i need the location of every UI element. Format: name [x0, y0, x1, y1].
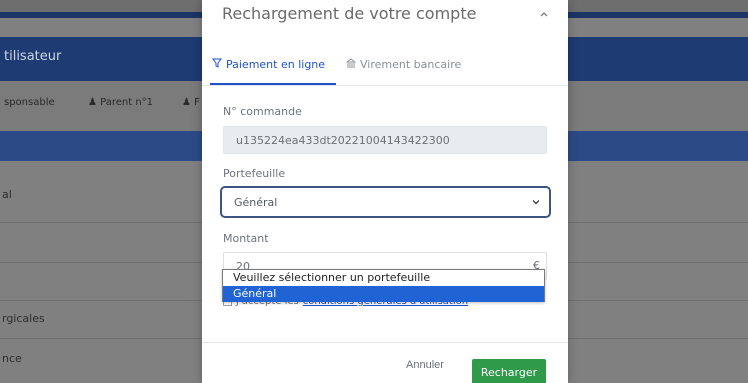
page-tab-parent-1-label: Parent n°1 — [100, 97, 154, 108]
row-label: rgicales — [2, 312, 45, 325]
page-header-title: tilisateur — [4, 49, 62, 64]
wallet-dropdown: Veuillez sélectionner un portefeuille Gé… — [222, 269, 545, 302]
modal-footer: Annuler Recharger — [202, 342, 568, 383]
filter-icon — [212, 58, 222, 71]
amount-label: Montant — [223, 232, 269, 245]
row-label: al — [2, 188, 12, 201]
tab-online-payment[interactable]: Paiement en ligne — [212, 58, 325, 71]
cancel-button[interactable]: Annuler — [406, 359, 444, 371]
recharge-button[interactable]: Recharger — [472, 359, 546, 383]
row-label: nce — [2, 352, 22, 365]
wallet-label: Portefeuille — [223, 167, 286, 180]
page-tab-parent-1[interactable]: ♟ Parent n°1 — [88, 97, 153, 108]
tab-bank-transfer-label: Virement bancaire — [360, 58, 462, 71]
dropdown-option-highlighted[interactable]: Général — [223, 286, 544, 302]
modal-title: Rechargement de votre compte — [222, 4, 477, 23]
user-icon: ♟ — [88, 97, 97, 108]
wallet-selected-value: Général — [234, 196, 278, 209]
chevron-down-icon — [531, 197, 541, 207]
active-tab-indicator — [210, 83, 336, 85]
order-number-value: u135224ea433dt20221004143422300 — [236, 134, 450, 147]
order-number-label: N° commande — [223, 105, 302, 118]
bank-icon — [346, 58, 356, 71]
recharge-modal: Rechargement de votre compte Paiement en… — [202, 0, 568, 383]
tab-online-payment-label: Paiement en ligne — [226, 58, 326, 71]
modal-tabs: Paiement en ligne Virement bancaire — [202, 44, 568, 86]
order-number-field: u135224ea433dt20221004143422300 — [223, 126, 547, 154]
page-tab-responsable[interactable]: sponsable — [4, 97, 55, 108]
modal-header: Rechargement de votre compte — [202, 0, 568, 32]
dropdown-option[interactable]: Veuillez sélectionner un portefeuille — [223, 270, 544, 286]
page-tab-third-label: F — [194, 97, 200, 108]
user-icon: ♟ — [182, 97, 191, 108]
chevron-up-icon[interactable] — [536, 6, 552, 22]
tab-bank-transfer[interactable]: Virement bancaire — [346, 58, 461, 71]
page-tab-third[interactable]: ♟ F — [182, 97, 200, 108]
wallet-select[interactable]: Général — [220, 186, 551, 218]
